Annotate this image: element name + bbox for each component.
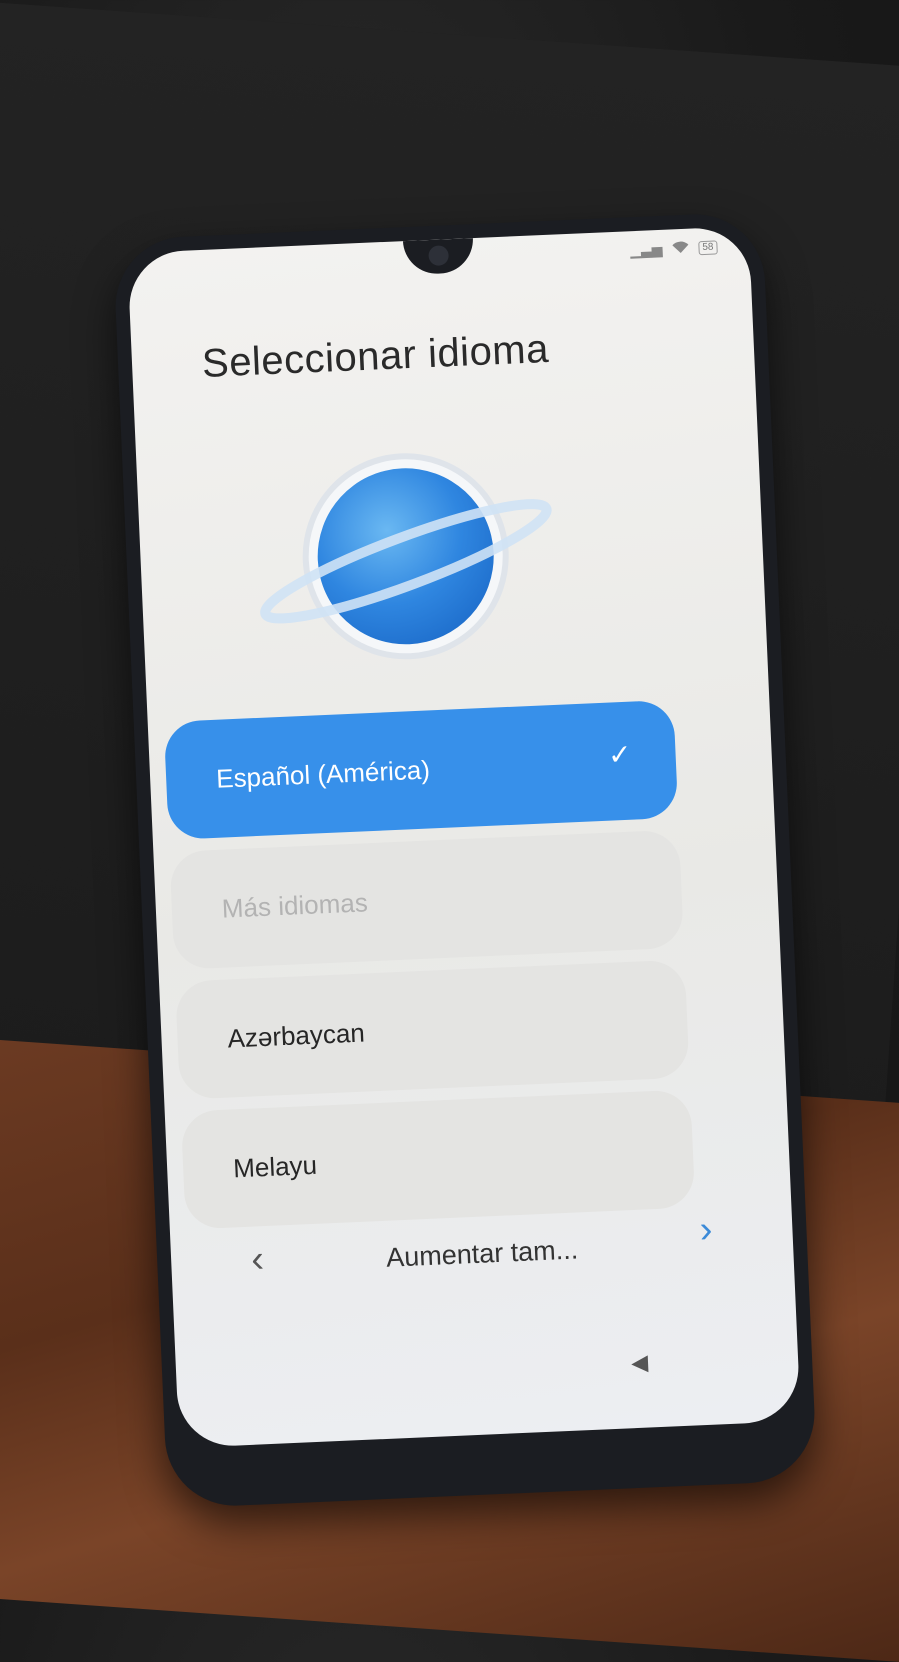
status-bar: ▁▃▅ 58: [630, 237, 718, 260]
language-option-espanol[interactable]: Español (América) ✓: [163, 699, 679, 840]
signal-icon: ▁▃▅: [629, 240, 663, 259]
battery-icon: 58: [698, 239, 718, 255]
wifi-icon: [670, 239, 691, 259]
front-camera-icon: [428, 245, 450, 267]
chevron-right-icon[interactable]: ›: [699, 1209, 714, 1253]
footer-label: Aumentar tam...: [385, 1233, 579, 1273]
language-option-melayu[interactable]: Melayu: [180, 1089, 696, 1230]
language-option-azerbaycan[interactable]: Azərbaycan: [175, 959, 690, 1100]
system-back-icon[interactable]: ◀: [631, 1350, 649, 1377]
language-label: Azərbaycan: [226, 1017, 366, 1054]
language-label: Español (América): [215, 753, 431, 794]
language-label: Más idiomas: [221, 886, 369, 924]
check-icon: ✓: [607, 738, 633, 771]
language-label: Melayu: [232, 1149, 318, 1183]
page-title: Seleccionar idioma: [201, 326, 550, 386]
language-option-more[interactable]: Más idiomas: [169, 829, 685, 970]
phone-device: ▁▃▅ 58 Seleccionar idioma Español (Améri…: [112, 211, 818, 1509]
camera-notch: [402, 238, 475, 276]
phone-screen: ▁▃▅ 58 Seleccionar idioma Español (Améri…: [127, 226, 801, 1449]
planet-illustration: [251, 445, 560, 668]
